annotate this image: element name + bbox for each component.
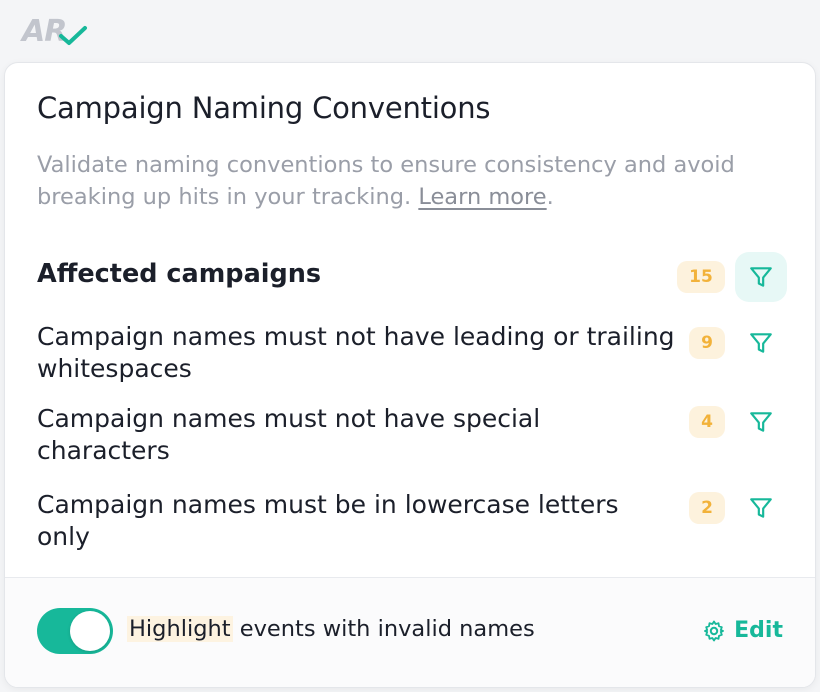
learn-more-link[interactable]: Learn more	[418, 184, 546, 210]
filter-icon	[750, 412, 772, 432]
highlight-word: Highlight	[127, 616, 233, 642]
rule-special-chars-label: Campaign names must not have special cha…	[37, 404, 541, 465]
highlight-label-rest: events with invalid names	[232, 616, 535, 642]
rule-lowercase-count: 2	[689, 492, 725, 524]
filter-icon	[750, 267, 772, 287]
affected-campaigns-heading: Affected campaigns	[37, 259, 322, 289]
filter-all-button[interactable]	[735, 252, 787, 302]
rule-whitespace-label: Campaign names must not have leading or …	[37, 322, 675, 383]
rule-whitespace-count: 9	[689, 327, 725, 359]
filter-special-chars-button[interactable]	[735, 397, 787, 447]
highlight-toggle-label: Highlight events with invalid names	[127, 616, 535, 642]
description-text: Validate naming conventions to ensure co…	[37, 152, 735, 210]
panel-footer: Highlight events with invalid names Edit	[5, 578, 815, 687]
highlight-toggle[interactable]	[37, 608, 113, 654]
edit-label: Edit	[734, 618, 783, 643]
filter-whitespace-button[interactable]	[735, 318, 787, 368]
panel-description: Validate naming conventions to ensure co…	[37, 152, 735, 210]
filter-icon	[750, 498, 772, 518]
app-logo: AR	[22, 14, 88, 49]
rule-lowercase-label: Campaign names must be in lowercase lett…	[37, 490, 619, 551]
panel-title: Campaign Naming Conventions	[37, 91, 491, 125]
naming-conventions-panel: Campaign Naming Conventions Validate nam…	[4, 62, 816, 688]
toggle-knob	[70, 611, 110, 651]
total-count-badge: 15	[677, 261, 725, 293]
filter-lowercase-button[interactable]	[735, 483, 787, 533]
check-icon	[59, 25, 88, 45]
edit-button[interactable]: Edit	[702, 618, 783, 643]
filter-icon	[750, 333, 772, 353]
rule-special-chars-count: 4	[689, 406, 725, 438]
gear-icon	[704, 620, 725, 641]
